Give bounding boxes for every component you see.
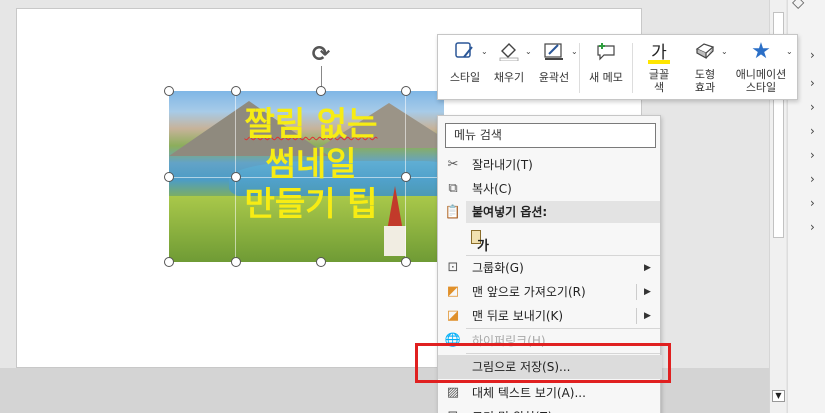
scissors-icon: ✂ bbox=[447, 157, 459, 172]
menu-item-label: 맨 앞으로 가져오기(R) bbox=[472, 285, 586, 299]
new-comment-label: 새 메모 bbox=[589, 71, 623, 84]
resize-handle-bottom-left[interactable] bbox=[164, 257, 174, 267]
animation-star-icon: ★ bbox=[751, 39, 771, 64]
font-color-label-1: 글꼴 bbox=[648, 68, 670, 81]
menu-item-label: 그룹화(G) bbox=[472, 261, 524, 275]
shape-effects-label-1: 도형 bbox=[694, 68, 716, 81]
slide-title-text[interactable]: 짤림 없는 썸네일 만들기 팁 bbox=[196, 104, 426, 224]
outline-label: 윤곽선 bbox=[538, 71, 570, 84]
menu-item-bring-to-front[interactable]: ◩ 맨 앞으로 가져오기(R) ▶ bbox=[438, 280, 662, 304]
menu-item-cut[interactable]: ✂ 잘라내기(T) bbox=[438, 153, 662, 177]
animation-styles-label-2: 스타일 bbox=[745, 81, 777, 94]
resize-handle-crop-top[interactable] bbox=[231, 86, 241, 96]
resize-handle-left[interactable] bbox=[164, 172, 174, 182]
menu-item-label: 크기 및 위치(Z)... bbox=[472, 405, 564, 413]
paste-keep-text-button[interactable]: 가 bbox=[468, 227, 492, 254]
menu-search-input[interactable]: 메뉴 검색 bbox=[445, 123, 656, 148]
fill-button[interactable]: ⌄ 채우기 bbox=[488, 35, 532, 101]
chevron-down-icon: ⌄ bbox=[571, 47, 578, 56]
menu-item-copy[interactable]: ⧉ 복사(C) bbox=[438, 177, 662, 201]
menu-item-label: 복사(C) bbox=[472, 182, 512, 196]
menu-item-view-alt-text[interactable]: ▨ 대체 텍스트 보기(A)... bbox=[438, 381, 662, 405]
toolbar-divider bbox=[632, 43, 633, 93]
resize-handle-crop-bottom-left[interactable] bbox=[231, 257, 241, 267]
chevron-down-icon: ⌄ bbox=[481, 47, 488, 56]
chevron-down-icon: ⌄ bbox=[525, 47, 532, 56]
submenu-arrow-icon: ▶ bbox=[644, 263, 651, 273]
font-color-swatch bbox=[648, 60, 670, 64]
menu-item-group[interactable]: ⊡ 그룹화(G) ▶ bbox=[438, 256, 662, 280]
resize-handle-crop-right[interactable] bbox=[401, 172, 411, 182]
mini-toolbar: ⌄ 스타일 ⌄ 채우기 ⌄ 윤곽선 새 메모 가 글꼴 색 ⌄ 도형 효과 ★ … bbox=[437, 34, 798, 100]
size-position-icon: ⊞ bbox=[444, 405, 462, 413]
chevron-right-icon[interactable]: › bbox=[810, 124, 815, 138]
font-color-button[interactable]: 가 글꼴 색 bbox=[640, 35, 678, 101]
fill-bucket-icon bbox=[498, 41, 520, 66]
paste-icon: 📋 bbox=[444, 205, 462, 220]
animation-styles-label-1: 애니메이션 bbox=[735, 68, 787, 81]
menu-item-send-to-back[interactable]: ◪ 맨 뒤로 보내기(K) ▶ bbox=[438, 304, 662, 328]
title-line-1: 짤림 없는 bbox=[244, 104, 378, 143]
outline-pen-icon bbox=[543, 41, 565, 66]
menu-item-label: 잘라내기(T) bbox=[472, 158, 533, 172]
chevron-down-icon: ⌄ bbox=[721, 47, 728, 56]
chevron-right-icon[interactable]: › bbox=[810, 172, 815, 186]
scroll-down-arrow-icon[interactable]: ▼ bbox=[772, 390, 785, 402]
toolbar-divider bbox=[579, 43, 580, 93]
animation-styles-button[interactable]: ★ ⌄ 애니메이션 스타일 bbox=[728, 35, 794, 101]
send-back-icon: ◪ bbox=[446, 308, 460, 323]
highlight-annotation-box bbox=[415, 343, 671, 383]
alt-text-icon: ▨ bbox=[446, 385, 460, 400]
rotate-handle-icon[interactable]: ⟳ bbox=[309, 44, 333, 68]
resize-handle-top[interactable] bbox=[316, 86, 326, 96]
submenu-arrow-icon[interactable]: ▶ bbox=[644, 280, 651, 304]
shape-effects-button[interactable]: ⌄ 도형 효과 bbox=[682, 35, 728, 101]
chevron-right-icon[interactable]: › bbox=[810, 76, 815, 90]
resize-handle-top-left[interactable] bbox=[164, 86, 174, 96]
style-button[interactable]: ⌄ 스타일 bbox=[444, 35, 488, 101]
copy-icon: ⧉ bbox=[448, 181, 458, 196]
split-divider bbox=[636, 308, 637, 324]
menu-item-size-position[interactable]: ⊞ 크기 및 위치(Z)... bbox=[438, 405, 662, 413]
bring-front-icon: ◩ bbox=[446, 284, 460, 299]
resize-handle-bottom[interactable] bbox=[316, 257, 326, 267]
outline-button[interactable]: ⌄ 윤곽선 bbox=[532, 35, 578, 101]
new-comment-button[interactable]: 새 메모 bbox=[584, 35, 628, 101]
menu-item-label: 맨 뒤로 보내기(K) bbox=[472, 309, 564, 323]
shape-effects-label-2: 효과 bbox=[694, 81, 716, 94]
shape-effects-icon bbox=[694, 41, 716, 66]
shape-style-icon bbox=[454, 41, 476, 66]
menu-item-label: 붙여넣기 옵션: bbox=[472, 205, 548, 219]
resize-handle-crop-top-right[interactable] bbox=[401, 86, 411, 96]
submenu-arrow-icon[interactable]: ▶ bbox=[644, 304, 651, 328]
fill-label: 채우기 bbox=[493, 71, 525, 84]
paste-keep-text-glyph: 가 bbox=[477, 239, 489, 254]
group-icon: ⊡ bbox=[447, 260, 459, 275]
chevron-right-icon[interactable]: › bbox=[810, 148, 815, 162]
chevron-right-icon[interactable]: › bbox=[810, 220, 815, 234]
chevron-right-icon[interactable]: › bbox=[810, 48, 815, 62]
chevron-right-icon[interactable]: › bbox=[810, 196, 815, 210]
resize-handle-crop-bottom-right[interactable] bbox=[401, 257, 411, 267]
font-color-label-2: 색 bbox=[653, 81, 665, 94]
style-label: 스타일 bbox=[449, 71, 481, 84]
picture-church bbox=[384, 226, 406, 256]
menu-item-label: 대체 텍스트 보기(A)... bbox=[472, 386, 586, 400]
split-divider bbox=[636, 284, 637, 300]
diamond-icon[interactable]: ◇ bbox=[792, 0, 804, 11]
title-line-3: 만들기 팁 bbox=[244, 184, 378, 223]
paste-options-header: 붙여넣기 옵션: bbox=[466, 201, 660, 223]
chevron-down-icon: ⌄ bbox=[786, 47, 793, 56]
new-comment-icon bbox=[595, 41, 617, 66]
chevron-right-icon[interactable]: › bbox=[810, 100, 815, 114]
resize-handle-crop-left[interactable] bbox=[231, 172, 241, 182]
